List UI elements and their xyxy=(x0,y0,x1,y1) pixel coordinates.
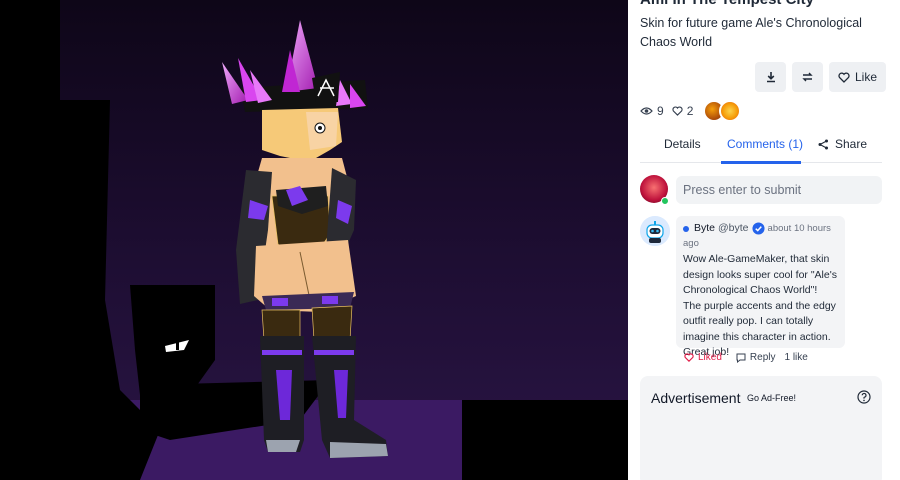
eye-icon xyxy=(640,107,653,115)
robot-icon xyxy=(640,216,670,246)
avatar[interactable] xyxy=(719,100,742,122)
tab-share[interactable]: Share xyxy=(818,137,867,151)
liked-label: Liked xyxy=(698,352,722,363)
reply-icon xyxy=(736,353,746,363)
liker-avatars[interactable] xyxy=(703,100,742,122)
comment-like-count: 1 like xyxy=(784,352,808,363)
remix-button[interactable] xyxy=(792,62,823,92)
heart-icon xyxy=(838,72,850,83)
post-title: Ami In The Tempest City xyxy=(640,0,814,8)
liked-button[interactable]: Liked xyxy=(684,352,722,363)
like-button[interactable]: Like xyxy=(829,62,886,92)
details-panel: Ami In The Tempest City Skin for future … xyxy=(628,0,900,480)
comment-body: Wow Ale-GameMaker, that skin design look… xyxy=(683,253,837,358)
artwork-canvas xyxy=(0,0,628,480)
unread-dot xyxy=(683,225,689,232)
tab-comments[interactable]: Comments (1) xyxy=(727,137,803,151)
verified-badge-icon xyxy=(751,222,765,235)
tab-details[interactable]: Details xyxy=(664,137,701,151)
ad-title: Advertisement xyxy=(651,390,741,406)
download-icon xyxy=(766,72,775,83)
reply-label: Reply xyxy=(749,352,776,363)
post-description: Skin for future game Ale's Chronological… xyxy=(640,16,862,49)
view-count: 9 xyxy=(657,104,664,118)
comment-author[interactable]: Byte xyxy=(694,221,715,237)
comment-timestamp: about 10 hours xyxy=(767,223,831,234)
comment-card: Byte @byte about 10 hours ago Wow Ale-Ga… xyxy=(676,216,845,358)
comment-input[interactable] xyxy=(676,176,882,204)
tab-bar: Details Comments (1) Share xyxy=(640,131,882,164)
comment-header: Byte @byte about 10 hours xyxy=(683,221,838,237)
comment-timestamp-suffix: ago xyxy=(683,237,699,249)
remix-icon xyxy=(802,72,813,82)
like-count: 2 xyxy=(686,104,694,118)
like-label: Like xyxy=(854,70,877,84)
tab-share-label: Share xyxy=(835,137,868,151)
heart-icon xyxy=(684,353,694,362)
character-artwork xyxy=(0,0,628,480)
go-ad-free-link[interactable]: Go Ad-Free! xyxy=(747,393,796,403)
download-button[interactable] xyxy=(755,62,786,92)
comment-reactions: Liked Reply 1 like xyxy=(684,352,808,363)
help-icon[interactable] xyxy=(857,390,871,404)
advertisement-box: Advertisement Go Ad-Free! xyxy=(640,376,882,480)
share-icon xyxy=(818,139,828,149)
stats-row: 9 2 xyxy=(640,100,742,122)
heart-icon xyxy=(672,106,683,116)
active-tab-indicator xyxy=(721,161,801,164)
comment-handle[interactable]: @byte xyxy=(718,221,749,237)
online-status-dot xyxy=(661,197,669,205)
avatar[interactable] xyxy=(640,216,670,246)
reply-button[interactable]: Reply xyxy=(736,352,776,363)
action-bar: Like xyxy=(755,62,886,92)
